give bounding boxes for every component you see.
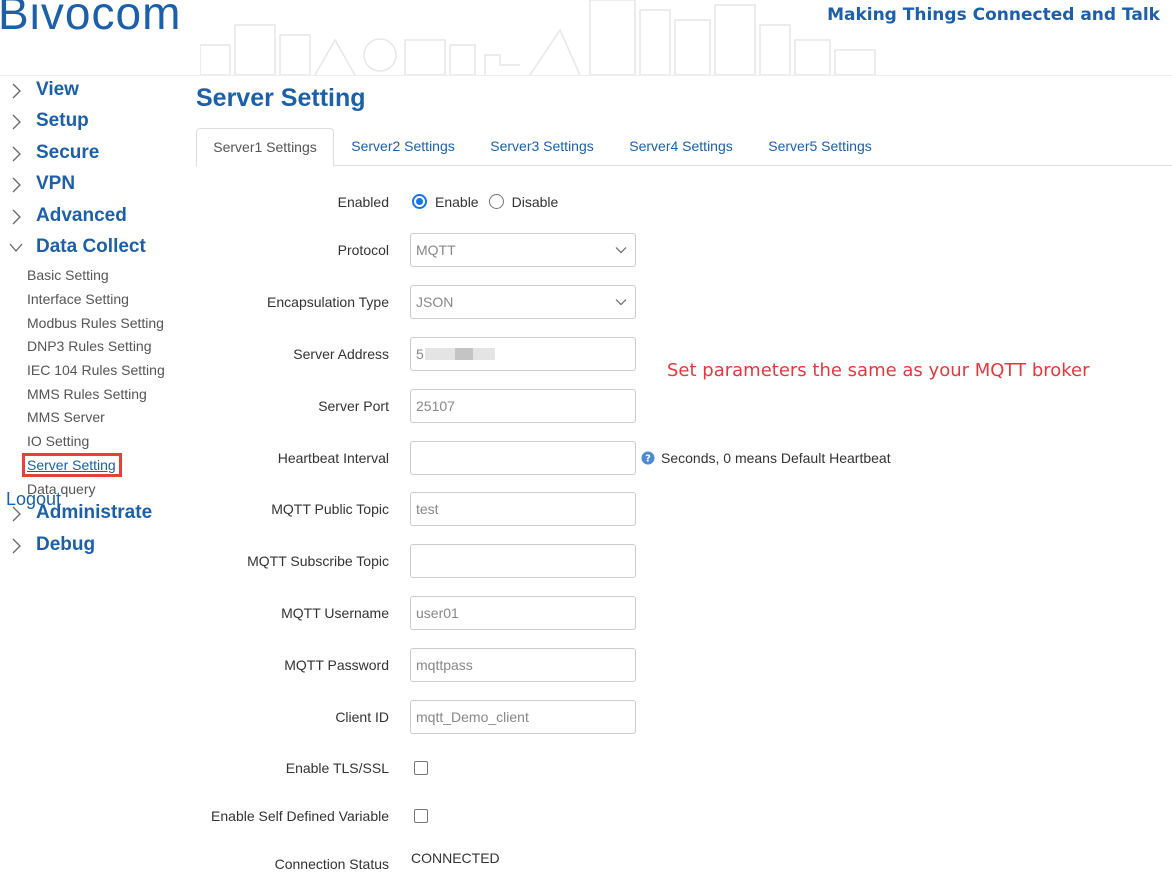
server-port-value: 25107 (416, 398, 455, 414)
tab-server3[interactable]: Server3 Settings (481, 128, 603, 165)
heartbeat-help-text: Seconds, 0 means Default Heartbeat (661, 450, 891, 466)
enable-radio[interactable] (412, 194, 427, 209)
server-tabs: Server1 Settings Server2 Settings Server… (196, 128, 1172, 167)
tab-server2[interactable]: Server2 Settings (342, 128, 464, 165)
heartbeat-input[interactable] (410, 441, 636, 475)
chevron-right-icon (12, 146, 21, 162)
disable-radio[interactable] (488, 194, 504, 209)
header-divider (0, 75, 1172, 76)
tls-checkbox[interactable] (414, 761, 428, 775)
tab-server1[interactable]: Server1 Settings (196, 128, 334, 167)
server-port-row: Server Port 25107 (0, 389, 1172, 423)
page-title: Server Setting (196, 84, 366, 112)
client-id-label: Client ID (335, 709, 389, 725)
client-id-value: mqtt_Demo_client (416, 709, 529, 725)
connection-status-row: Connection Status CONNECTED (0, 844, 1172, 878)
protocol-label: Protocol (337, 242, 389, 258)
public-topic-row: MQTT Public Topic test (0, 492, 1172, 526)
client-id-row: Client ID mqtt_Demo_client (0, 700, 1172, 734)
client-id-input[interactable]: mqtt_Demo_client (410, 700, 636, 734)
tls-label: Enable TLS/SSL (285, 760, 389, 776)
tls-row: Enable TLS/SSL (0, 751, 1172, 785)
server-address-input[interactable]: 5 (410, 337, 636, 371)
server-port-label: Server Port (318, 398, 389, 414)
protocol-row: Protocol MQTT (0, 233, 1172, 267)
username-input[interactable]: user01 (410, 596, 636, 630)
self-defined-checkbox[interactable] (414, 809, 428, 823)
help-icon[interactable]: ? (641, 451, 655, 465)
subscribe-topic-label: MQTT Subscribe Topic (247, 553, 389, 569)
public-topic-value: test (416, 501, 439, 517)
chevron-right-icon (12, 114, 21, 130)
subscribe-topic-input[interactable] (410, 544, 636, 578)
server-address-label: Server Address (293, 346, 389, 362)
encapsulation-row: Encapsulation Type JSON (0, 285, 1172, 319)
sidebar-item-label: View (36, 79, 79, 100)
sidebar-item-label: Setup (36, 110, 89, 132)
broker-note-annotation: Set parameters the same as your MQTT bro… (667, 360, 1090, 381)
enabled-row: Enabled Enable Disable (0, 185, 1172, 219)
header: Bivocom Making Things Connected and Talk (0, 0, 1172, 75)
tab-server4[interactable]: Server4 Settings (620, 128, 742, 165)
self-defined-label: Enable Self Defined Variable (211, 808, 389, 824)
sidebar-item-secure[interactable]: Secure (0, 141, 180, 172)
tab-server5[interactable]: Server5 Settings (759, 128, 881, 165)
tagline: Making Things Connected and Talk (827, 5, 1160, 25)
password-input[interactable]: mqttpass (410, 648, 636, 682)
server-address-value: 5 (416, 346, 424, 362)
redacted-area (455, 348, 473, 360)
chevron-down-icon (615, 247, 627, 254)
protocol-select[interactable]: MQTT (410, 233, 636, 267)
heartbeat-label: Heartbeat Interval (277, 450, 389, 466)
bivocom-logo: Bivocom (0, 0, 182, 39)
chevron-right-icon (12, 83, 21, 99)
disable-radio-label: Disable (511, 194, 559, 210)
chevron-down-icon (615, 299, 627, 306)
public-topic-label: MQTT Public Topic (271, 501, 389, 517)
sidebar-item-setup[interactable]: Setup (0, 109, 180, 140)
password-value: mqttpass (416, 657, 473, 673)
connection-status-value: CONNECTED (411, 850, 500, 866)
server-port-input[interactable]: 25107 (410, 389, 636, 423)
svg-text:?: ? (645, 454, 651, 465)
subscribe-topic-row: MQTT Subscribe Topic (0, 544, 1172, 578)
encapsulation-value: JSON (416, 294, 454, 310)
encapsulation-label: Encapsulation Type (267, 294, 389, 310)
username-value: user01 (416, 605, 459, 621)
city-skyline-watermark (200, 0, 876, 75)
username-label: MQTT Username (281, 605, 389, 621)
sidebar-item-view[interactable]: View (0, 78, 180, 109)
connection-status-label: Connection Status (274, 856, 389, 872)
heartbeat-row: Heartbeat Interval ? Seconds, 0 means De… (0, 441, 1172, 475)
enable-radio-label: Enable (435, 194, 479, 210)
self-defined-row: Enable Self Defined Variable (0, 799, 1172, 833)
encapsulation-select[interactable]: JSON (410, 285, 636, 319)
enabled-label: Enabled (337, 194, 389, 210)
password-row: MQTT Password mqttpass (0, 648, 1172, 682)
protocol-value: MQTT (416, 242, 456, 258)
enabled-radio-group: Enable Disable (412, 185, 568, 219)
tabs-divider (196, 165, 1172, 166)
username-row: MQTT Username user01 (0, 596, 1172, 630)
sidebar-item-label: Secure (36, 141, 100, 163)
public-topic-input[interactable]: test (410, 492, 636, 526)
password-label: MQTT Password (284, 657, 389, 673)
